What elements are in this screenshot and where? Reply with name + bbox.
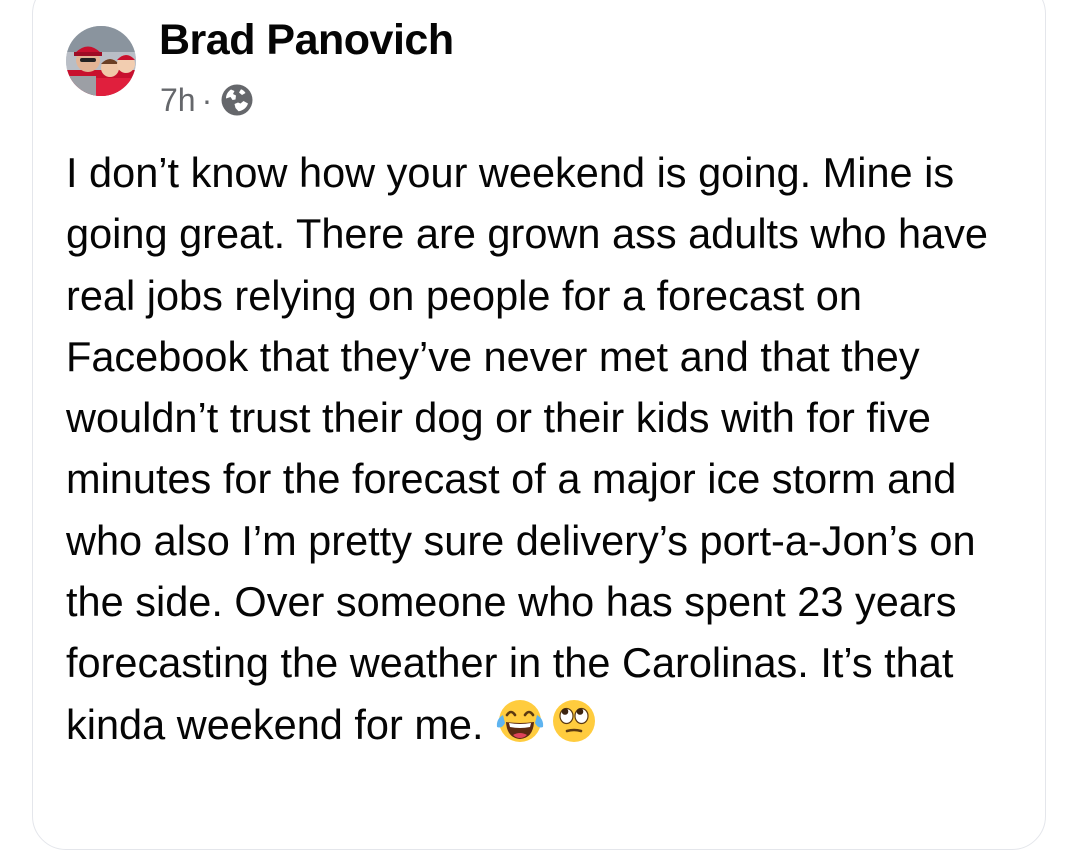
post-timestamp[interactable]: 7h — [160, 82, 196, 119]
post-text: I don’t know how your weekend is going. … — [66, 149, 989, 748]
profile-photo-icon — [66, 26, 136, 96]
face-with-tears-of-joy-icon — [496, 699, 543, 742]
globe-icon[interactable] — [220, 83, 254, 117]
face-with-rolling-eyes-icon — [552, 699, 595, 742]
emoji-group — [494, 695, 602, 747]
meta-separator: · — [201, 81, 213, 118]
author-name[interactable]: Brad Panovich — [159, 16, 454, 65]
post-meta: 7h · — [160, 78, 254, 122]
avatar[interactable] — [66, 26, 136, 96]
post-body: I don’t know how your weekend is going. … — [66, 142, 1026, 755]
